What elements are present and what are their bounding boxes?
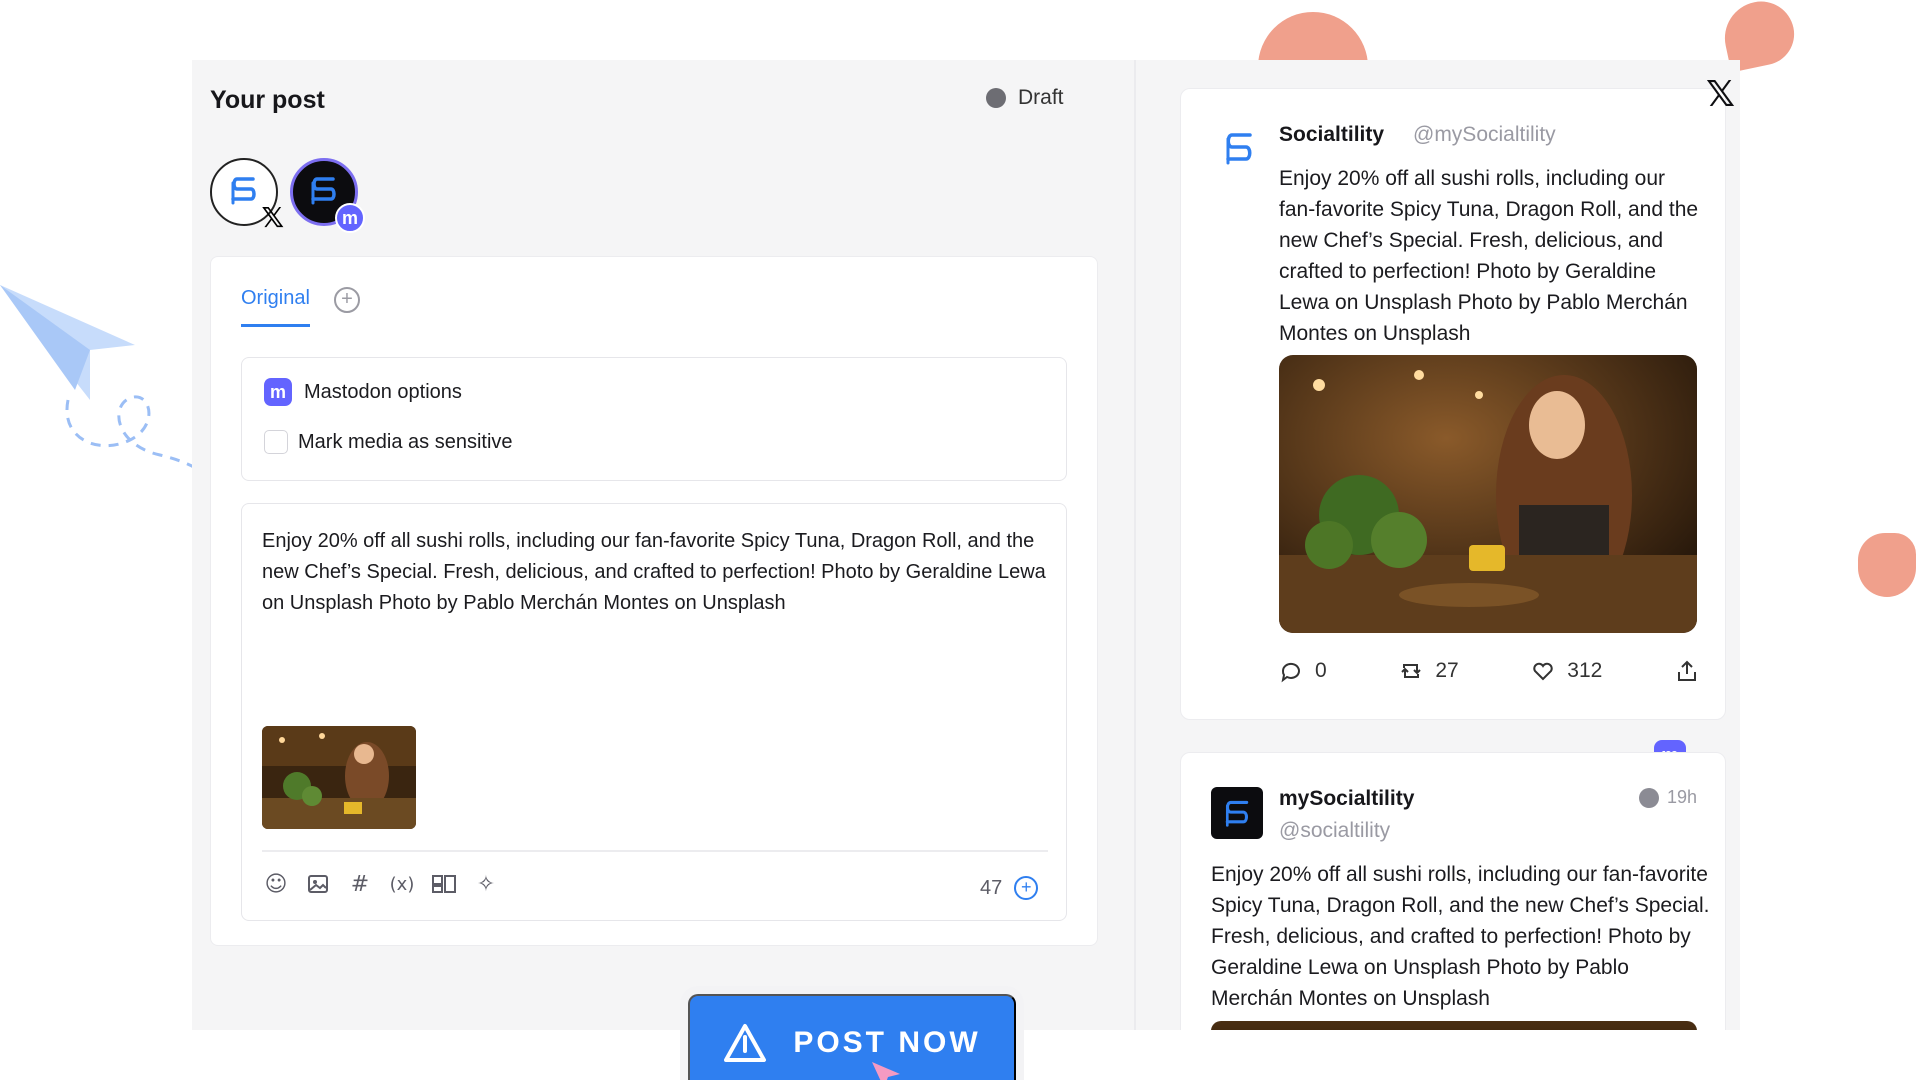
socialtility-logo-icon [1226, 133, 1252, 165]
account-avatar-x[interactable]: 𝕏 [210, 158, 284, 234]
image-icon[interactable] [304, 870, 332, 898]
variant-tabs: Original + [241, 287, 360, 327]
reply-icon [1281, 662, 1300, 683]
sensitive-media-label: Mark media as sensitive [298, 430, 513, 453]
panel-title: Your post [210, 86, 325, 114]
decor-blob-side [1858, 533, 1916, 597]
editor-divider [262, 850, 1048, 852]
status-label: Draft [1018, 86, 1064, 109]
socialtility-logo-icon [1225, 800, 1249, 827]
socialtility-logo-icon [231, 177, 256, 205]
ai-sparkle-icon[interactable]: ✧ [472, 870, 500, 898]
post-time: 19h [1639, 787, 1697, 808]
repost-count: 27 [1435, 659, 1459, 682]
post-composer-window: Your post Draft 𝕏 m Original + m Mastodo… [192, 60, 1740, 1030]
x-preview-name: Socialtility [1279, 123, 1385, 146]
x-preview-handle: @mySocialtility [1413, 123, 1556, 146]
reply-count: 0 [1315, 659, 1327, 682]
character-counter: 47 + [980, 876, 1039, 900]
emoji-icon[interactable]: ☺ [262, 870, 290, 898]
editor-toolbar: ☺ # (x) ✧ [262, 870, 500, 898]
mastodon-preview-handle: @socialtility [1279, 819, 1391, 842]
attached-image-thumbnail[interactable] [262, 726, 416, 829]
preview-icon[interactable] [430, 870, 458, 898]
mastodon-icon: m [264, 378, 292, 406]
x-icon: 𝕏 [261, 201, 284, 234]
preview-panel: Socialtility @mySocialtility Enjoy 20% o… [1136, 60, 1740, 1030]
post-text-editor[interactable]: Enjoy 20% off all sushi rolls, including… [241, 503, 1067, 921]
post-text[interactable]: Enjoy 20% off all sushi rolls, including… [262, 526, 1052, 619]
variable-icon[interactable]: (x) [388, 870, 416, 898]
mastodon-options-header: m Mastodon options [264, 378, 462, 406]
socialtility-logo-icon [311, 177, 336, 205]
x-preview-image [1279, 355, 1697, 633]
mastodon-icon: m [335, 203, 365, 233]
cursor-pointer-icon [872, 1062, 900, 1080]
account-avatar-mastodon[interactable]: m [290, 158, 365, 233]
reply-action[interactable]: 0 [1279, 659, 1327, 683]
avatar [1211, 787, 1263, 839]
share-action[interactable] [1675, 659, 1699, 683]
x-preview-actions: 0 27 312 [1279, 659, 1699, 683]
mastodon-preview-image [1211, 1021, 1697, 1030]
char-count-value: 47 [980, 876, 1003, 899]
warning-triangle-icon [724, 1024, 767, 1062]
sensitive-media-option[interactable]: Mark media as sensitive [264, 430, 513, 454]
like-count: 312 [1567, 659, 1603, 682]
editor-card: Original + m Mastodon options Mark media… [210, 256, 1098, 946]
sensitive-media-checkbox[interactable] [264, 430, 288, 454]
mastodon-options-title: Mastodon options [304, 380, 462, 403]
x-preview-card: Socialtility @mySocialtility Enjoy 20% o… [1180, 88, 1726, 720]
composer-panel: Your post Draft 𝕏 m Original + m Mastodo… [192, 60, 1134, 1030]
status-badge: Draft [986, 86, 1064, 110]
x-preview-text: Enjoy 20% off all sushi rolls, including… [1279, 167, 1699, 345]
heart-icon [1533, 662, 1553, 681]
mastodon-options-box: m Mastodon options Mark media as sensiti… [241, 357, 1067, 481]
mastodon-preview-card: mySocialtility @socialtility 19h Enjoy 2… [1180, 752, 1726, 1030]
hashtag-icon[interactable]: # [346, 870, 374, 898]
repost-icon [1401, 664, 1422, 678]
like-action[interactable]: 312 [1531, 659, 1602, 683]
post-time-label: 19h [1667, 787, 1698, 807]
post-now-button[interactable]: POST NOW [688, 994, 1016, 1080]
status-dot [986, 88, 1006, 108]
x-icon: 𝕏 [1706, 74, 1736, 115]
tab-original[interactable]: Original [241, 287, 310, 327]
post-now-label: POST NOW [793, 1026, 981, 1059]
repost-action[interactable]: 27 [1399, 659, 1459, 683]
mastodon-preview-name: mySocialtility [1279, 787, 1415, 810]
mastodon-preview-text: Enjoy 20% off all sushi rolls, including… [1211, 863, 1710, 1010]
plus-circle-icon[interactable]: + [333, 287, 360, 313]
add-thread-icon[interactable]: + [1014, 876, 1039, 900]
share-icon [1677, 660, 1696, 681]
globe-icon [1639, 787, 1659, 808]
